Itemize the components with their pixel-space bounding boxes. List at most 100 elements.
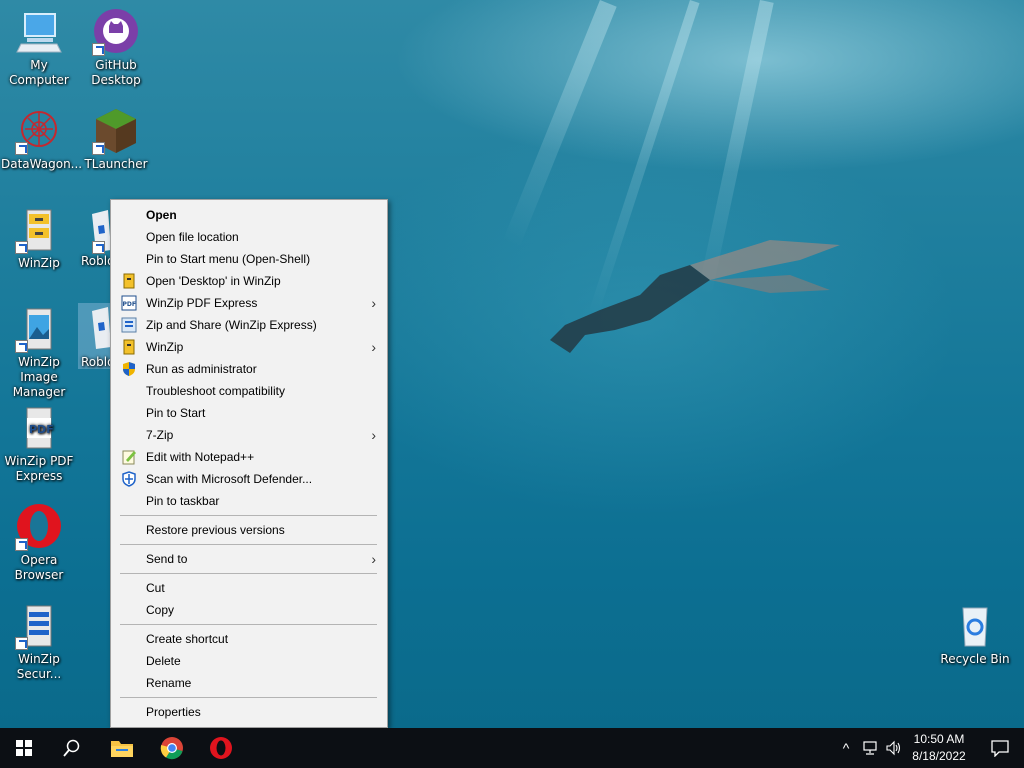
taskbar: ^ 10:50 AM 8/18/2022 xyxy=(0,728,1024,768)
menu-item-send-to[interactable]: Send to › xyxy=(112,548,386,570)
menu-item-7zip[interactable]: 7-Zip › xyxy=(112,424,386,446)
shortcut-arrow-icon xyxy=(15,637,28,650)
menu-item-pin-to-start-menu-open-shell[interactable]: Pin to Start menu (Open-Shell) xyxy=(112,248,386,270)
shield-icon xyxy=(123,362,135,376)
submenu-arrow-icon: › xyxy=(371,295,376,311)
menu-item-run-as-administrator[interactable]: Run as administrator xyxy=(112,358,386,380)
shortcut-arrow-icon xyxy=(92,43,105,56)
roblox-icon: Roblo xyxy=(78,303,111,369)
desktop-icon-label: Recycle Bin xyxy=(940,652,1010,666)
desktop-icon-roblox-selected[interactable]: Roblo xyxy=(78,303,111,369)
winzip-icon xyxy=(123,339,135,355)
taskbar-opera[interactable] xyxy=(197,728,245,768)
menu-separator xyxy=(120,624,377,625)
menu-item-delete[interactable]: Delete xyxy=(112,650,386,672)
clock[interactable]: 10:50 AM 8/18/2022 xyxy=(906,732,972,763)
shortcut-arrow-icon xyxy=(92,142,105,155)
swimmer-image xyxy=(550,240,840,353)
pdf-icon: PDF xyxy=(15,404,63,452)
network-icon[interactable] xyxy=(860,728,882,768)
taskbar-file-explorer[interactable] xyxy=(98,728,146,768)
opera-icon xyxy=(210,737,232,759)
action-center-button[interactable] xyxy=(976,728,1024,768)
menu-item-open-desktop-in-winzip[interactable]: Open 'Desktop' in WinZip xyxy=(112,270,386,292)
winzip-icon xyxy=(15,206,63,254)
folder-icon xyxy=(111,741,133,757)
shortcut-arrow-icon xyxy=(15,538,28,551)
notepad-icon xyxy=(122,450,136,465)
desktop-icon-winzip-secure[interactable]: WinZip Secur... xyxy=(1,602,77,682)
menu-item-properties[interactable]: Properties xyxy=(112,701,386,723)
desktop-icon-github-desktop[interactable]: GitHub Desktop xyxy=(78,8,154,88)
menu-item-scan-with-microsoft-defender[interactable]: Scan with Microsoft Defender... xyxy=(112,468,386,490)
recycle-bin-icon xyxy=(951,602,999,650)
shortcut-arrow-icon xyxy=(15,142,28,155)
menu-item-pin-to-taskbar[interactable]: Pin to taskbar xyxy=(112,490,386,512)
context-menu: Open Open file location Pin to Start men… xyxy=(110,199,388,728)
pdf-icon: PDF xyxy=(121,295,137,311)
notification-icon xyxy=(991,740,1009,757)
desktop-icon-recycle-bin[interactable]: Recycle Bin xyxy=(937,602,1013,667)
menu-separator xyxy=(120,544,377,545)
desktop-icon-winzip[interactable]: WinZip xyxy=(1,206,77,271)
menu-item-zip-and-share[interactable]: Zip and Share (WinZip Express) xyxy=(112,314,386,336)
desktop-icon-label: Roblo xyxy=(81,355,111,369)
image-manager-icon xyxy=(15,305,63,353)
desktop-icon-label: WinZip Secur... xyxy=(16,652,62,681)
desktop-icon-label: GitHub Desktop xyxy=(91,58,141,87)
desktop-icon-winzip-pdf-express[interactable]: PDF WinZip PDF Express xyxy=(1,404,77,484)
desktop-icon-label: WinZip Image Manager xyxy=(12,355,66,399)
menu-separator xyxy=(120,515,377,516)
submenu-arrow-icon: › xyxy=(371,427,376,443)
menu-item-open[interactable]: Open xyxy=(112,204,386,226)
desktop-icon-roblox[interactable]: Roblo xyxy=(78,206,111,269)
menu-item-rename[interactable]: Rename xyxy=(112,672,386,694)
desktop-icon-opera-browser[interactable]: Opera Browser xyxy=(1,503,77,583)
desktop-icon-label: WinZip PDF Express xyxy=(4,454,74,483)
search-button[interactable] xyxy=(48,728,96,768)
menu-item-pin-to-start[interactable]: Pin to Start xyxy=(112,402,386,424)
shortcut-arrow-icon xyxy=(15,340,28,353)
windows-logo-icon xyxy=(16,740,32,756)
chrome-icon xyxy=(160,737,183,760)
desktop-icon-tlauncher[interactable]: TLauncher xyxy=(78,107,154,172)
svg-text:PDF: PDF xyxy=(123,301,136,308)
submenu-arrow-icon: › xyxy=(371,551,376,567)
opera-icon xyxy=(15,503,63,551)
menu-item-restore-previous-versions[interactable]: Restore previous versions xyxy=(112,519,386,541)
winzip-secure-icon xyxy=(15,602,63,650)
desktop-icon-label: Roblo xyxy=(81,254,111,268)
menu-item-edit-with-notepad-plus-plus[interactable]: Edit with Notepad++ xyxy=(112,446,386,468)
computer-icon xyxy=(15,8,63,56)
menu-item-open-file-location[interactable]: Open file location xyxy=(112,226,386,248)
desktop-icon-label: Opera Browser xyxy=(14,553,64,582)
github-icon xyxy=(92,8,140,56)
menu-item-winzip-pdf-express[interactable]: PDF WinZip PDF Express › xyxy=(112,292,386,314)
volume-icon[interactable] xyxy=(883,728,905,768)
datawagon-icon xyxy=(15,107,63,155)
clock-date: 8/18/2022 xyxy=(912,749,966,763)
search-icon xyxy=(63,739,80,757)
clock-time: 10:50 AM xyxy=(913,732,965,746)
zip-share-icon xyxy=(121,317,137,333)
shortcut-arrow-icon xyxy=(15,241,28,254)
menu-item-create-shortcut[interactable]: Create shortcut xyxy=(112,628,386,650)
shortcut-arrow-icon xyxy=(92,241,105,254)
tray-overflow-button[interactable]: ^ xyxy=(838,740,854,756)
svg-text:PDF: PDF xyxy=(29,423,54,436)
menu-item-cut[interactable]: Cut xyxy=(112,577,386,599)
menu-item-winzip[interactable]: WinZip › xyxy=(112,336,386,358)
menu-item-troubleshoot-compatibility[interactable]: Troubleshoot compatibility xyxy=(112,380,386,402)
start-button[interactable] xyxy=(0,728,48,768)
submenu-arrow-icon: › xyxy=(371,339,376,355)
desktop-icon-winzip-image-manager[interactable]: WinZip Image Manager xyxy=(1,305,77,400)
desktop-icon-label: DataWagon... xyxy=(1,157,83,171)
desktop-icon-datawagon[interactable]: DataWagon... xyxy=(1,107,83,172)
winzip-icon xyxy=(123,273,135,289)
taskbar-chrome[interactable] xyxy=(148,728,196,768)
desktop-icon-label: My Computer xyxy=(9,58,69,87)
tlauncher-icon xyxy=(92,107,140,155)
defender-icon xyxy=(122,471,136,487)
desktop-icon-my-computer[interactable]: My Computer xyxy=(1,8,77,88)
menu-item-copy[interactable]: Copy xyxy=(112,599,386,621)
